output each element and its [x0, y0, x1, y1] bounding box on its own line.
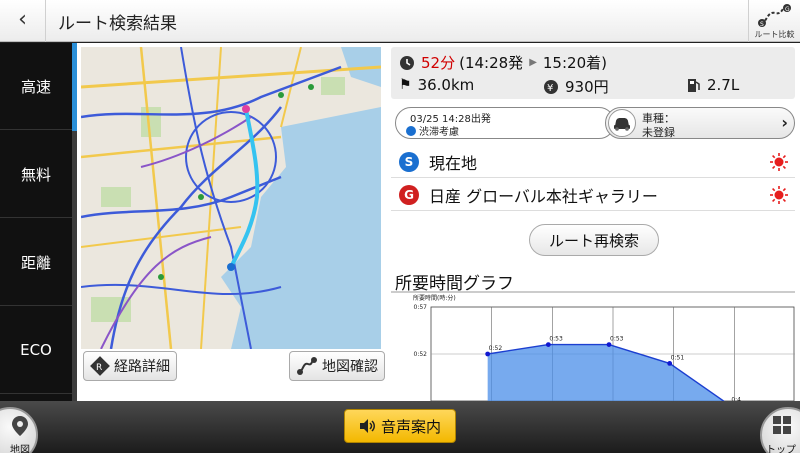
chevron-right-icon: › [781, 113, 788, 132]
weather-sunny-icon [770, 153, 788, 171]
tab-free[interactable]: 無料 [0, 131, 72, 218]
svg-text:S: S [760, 21, 764, 28]
graph-point [606, 342, 612, 347]
svg-text:¥: ¥ [547, 83, 553, 94]
arrow-right-icon: ▶ [529, 57, 537, 68]
travel-time-graph: 所要時間(時:分) 0:520:53 0:530:510:4 0:570:52 [413, 294, 795, 401]
route-detail-label: 経路詳細 [114, 359, 170, 375]
arrive-time: 15:20着) [542, 54, 607, 72]
tab-eco[interactable]: ECO [0, 307, 72, 394]
graph-point-label: 0:52 [489, 345, 503, 352]
grid-icon [773, 416, 791, 434]
goal-badge: G [399, 184, 419, 205]
duration-value: 52分 [421, 54, 456, 72]
map-button[interactable]: 地図 [0, 407, 38, 453]
route-summary: 52分 (14:28発 ▶ 15:20着) ⚑ 36.0km ¥ 930円 2.… [391, 47, 795, 99]
voice-guide-button[interactable]: 音声案内 [344, 409, 456, 443]
map-confirm-label: 地図確認 [322, 359, 378, 375]
fuel-value: 2.7L [707, 76, 740, 94]
departure-bar: 03/25 14:28出発 渋滞考慮 車種： 未登録 › [391, 105, 795, 141]
distance-row: ⚑ 36.0km [399, 76, 474, 94]
graph-ytick-label: 0:52 [414, 351, 428, 358]
route-type-tabs: 高速 無料 距離 ECO [0, 43, 72, 401]
route-info-panel: 52分 (14:28発 ▶ 15:20着) ⚑ 36.0km ¥ 930円 2.… [387, 43, 800, 401]
departure-time-button[interactable]: 03/25 14:28出発 渋滞考慮 [395, 107, 615, 139]
route-detail-button[interactable]: R 経路詳細 [83, 351, 177, 381]
goal-name: 日産 グローバル本社ギャラリー [429, 186, 658, 206]
map-button-label: 地図 [10, 445, 30, 453]
map-panel: R 経路詳細 地図確認 [77, 43, 387, 401]
graph-area [487, 344, 724, 401]
traffic-label: 渋滞考慮 [419, 127, 459, 138]
vehicle-type-button[interactable]: 車種： 未登録 › [605, 107, 795, 139]
route-map-graphic [81, 47, 381, 349]
start-name: 現在地 [429, 153, 478, 173]
vehicle-value: 未登録 [642, 126, 675, 139]
depart-time: (14:28発 [459, 54, 524, 72]
weather-sunny-icon [770, 186, 788, 204]
graph-point-label: 0:53 [549, 336, 563, 343]
yen-icon: ¥ [544, 79, 558, 94]
graph-ytick-label: 0:57 [414, 304, 428, 311]
clock-icon [400, 55, 414, 70]
distance-value: 36.0km [417, 76, 475, 94]
tab-distance[interactable]: 距離 [0, 219, 72, 306]
graph-point-label: 0:53 [610, 336, 624, 343]
toll-row: ¥ 930円 [543, 76, 609, 97]
svg-text:R: R [96, 363, 102, 373]
time-row: 52分 (14:28発 ▶ 15:20着) [399, 52, 607, 73]
bottom-bar: 地図 音声案内 トップ [0, 401, 800, 453]
top-menu-button[interactable]: トップ [760, 407, 800, 453]
goal-point-row[interactable]: G 日産 グローバル本社ギャラリー [391, 179, 795, 211]
start-badge: S [399, 151, 419, 172]
route-compare-icon: S G [757, 4, 791, 28]
route-detail-icon: R [90, 356, 110, 376]
graph-ylabel: 所要時間(時:分) [413, 294, 456, 302]
route-compare-label: ルート比較 [754, 30, 795, 39]
flag-icon: ⚑ [399, 77, 412, 93]
voice-guide-label: 音声案内 [380, 417, 441, 436]
back-button[interactable]: ‹ [0, 0, 46, 42]
fuel-pump-icon [688, 79, 700, 92]
chevron-left-icon: ‹ [18, 7, 27, 32]
route-map[interactable] [81, 47, 381, 349]
traffic-icon [406, 125, 416, 136]
start-point-row[interactable]: S 現在地 [391, 146, 795, 178]
car-icon [614, 118, 630, 131]
graph-point-label: 0:51 [671, 354, 685, 361]
speaker-icon [359, 419, 375, 433]
header-bar: ‹ ルート検索結果 S G ルート比較 [0, 0, 800, 42]
map-pin-icon [12, 416, 28, 436]
route-compare-button[interactable]: S G ルート比較 [748, 0, 800, 42]
svg-text:G: G [785, 6, 790, 13]
tab-highway[interactable]: 高速 [0, 43, 72, 130]
graph-point [545, 342, 551, 347]
route-map-icon [297, 357, 317, 375]
map-confirm-button[interactable]: 地図確認 [289, 351, 385, 381]
graph-point [667, 361, 673, 366]
graph-point [485, 351, 491, 357]
fuel-row: 2.7L [687, 76, 739, 94]
route-research-button[interactable]: ルート再検索 [529, 224, 659, 256]
top-menu-label: トップ [766, 445, 796, 453]
toll-value: 930円 [565, 78, 609, 96]
page-title: ルート検索結果 [58, 14, 177, 34]
